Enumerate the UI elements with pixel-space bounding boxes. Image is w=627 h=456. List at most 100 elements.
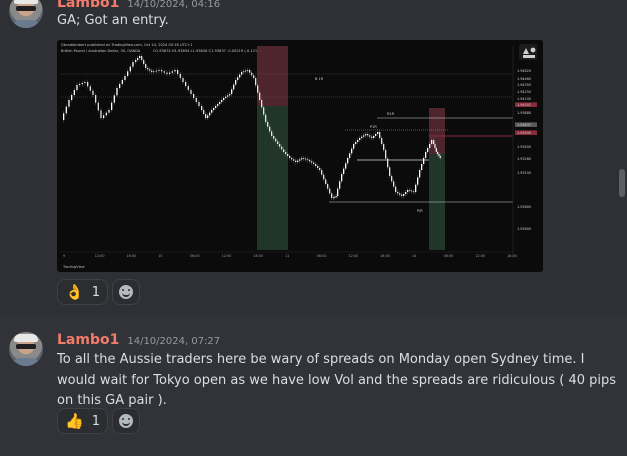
avatar[interactable] [9,0,43,28]
candle-body [153,71,155,73]
candle-body [399,193,401,195]
price-tick-label: 1.92800 [517,205,531,209]
zone-green-1 [257,106,288,250]
candle-body [215,106,217,108]
candle-body [259,92,261,100]
candle-body [289,156,291,158]
candle-body [263,107,265,115]
price-tick-label: 1.94250 [517,90,531,94]
candle-body [327,184,329,189]
candle-body [237,77,239,80]
chart-background [57,40,543,272]
price-tick-label: 1.93637 [517,123,531,127]
candle-body [303,158,305,159]
reactions-bar: 👌 1 [57,279,140,305]
candle-body [353,144,355,149]
candle-body [229,94,231,96]
candle-body [355,142,357,144]
avatar-glasses [16,6,36,11]
candle-body [413,191,415,193]
add-reaction-button[interactable] [111,408,140,434]
scrollbar-handle[interactable] [619,169,625,197]
candle-body [393,181,395,187]
candle-body [166,72,168,74]
candle-body [395,186,397,192]
candle-body [293,159,295,161]
candle-body [211,110,213,113]
reactions-bar: 👍 1 [57,408,140,434]
candle-body [163,71,165,73]
add-reaction-button[interactable] [111,279,140,305]
time-tick-label: 12:00 [348,254,358,258]
candle-body [415,184,417,192]
candle-body [351,148,353,154]
candle-body [155,70,157,72]
timestamp: 14/10/2024, 07:27 [127,336,221,347]
candle-body [357,140,359,142]
candle-body [203,110,205,114]
candle-body [273,136,275,139]
candle-body [433,140,435,144]
candle-body [387,158,389,168]
candle-body [135,60,137,62]
candle-body [233,84,235,90]
avatar[interactable] [9,332,43,366]
candle-body [343,168,345,174]
candle-body [219,102,221,104]
candle-body [245,70,247,72]
candle-body [73,90,75,95]
candle-body [261,100,263,108]
candle-body [185,82,187,86]
candle-body [291,158,293,160]
candle-body [407,190,409,192]
candle-body [367,134,369,136]
candle-body [84,82,86,83]
candle-body [249,70,251,73]
candle-body [100,110,102,118]
avatar-hair [14,0,38,4]
candle-body [435,148,437,152]
tradingview-watermark: TradingView [62,265,85,269]
reaction-thumbs-up[interactable]: 👍 1 [57,408,108,434]
candle-body [331,193,333,198]
time-tick-label: 18:00 [380,254,390,258]
candle-body [323,174,325,180]
candle-body [391,176,393,182]
candle-body [235,80,237,85]
candle-body [405,192,407,194]
price-tick-label: 1.94002 [517,103,531,107]
candle-body [375,134,377,136]
candle-body [305,158,307,160]
candle-body [129,66,131,72]
candle-body [139,56,141,58]
reaction-count: 1 [91,284,100,300]
avatar-hair [14,334,38,342]
candle-body [149,69,151,71]
candle-body [401,194,403,196]
candle-body [209,112,211,116]
reaction-ok-hand[interactable]: 👌 1 [57,279,108,305]
price-tick-label: 1.94620 [517,69,531,73]
candle-body [198,102,200,106]
ok-hand-icon: 👌 [65,282,84,301]
chart-image-embed[interactable]: Gbradlambert published on TradingView.co… [57,40,543,272]
candle-body [79,84,81,85]
candle-body [359,138,361,140]
chart-svg: Gbradlambert published on TradingView.co… [57,40,543,272]
price-tick-label: 1.93400 [517,145,531,149]
candle-body [89,86,91,91]
candle-body [389,167,391,176]
candle-body [431,140,433,144]
candle-body [381,138,383,144]
candle-body [119,84,121,88]
candle-body [63,113,65,120]
candle-body [349,153,351,158]
candle-body [295,160,297,162]
username[interactable]: Lambo1 [57,0,119,11]
candle-body [239,74,241,78]
chart-tools-icon[interactable] [519,44,537,60]
message-1: Lambo1 14/10/2024, 04:16 GA; Got an entr… [0,0,627,316]
candle-body [339,181,341,189]
candle-body [68,100,70,107]
username[interactable]: Lambo1 [57,332,119,348]
